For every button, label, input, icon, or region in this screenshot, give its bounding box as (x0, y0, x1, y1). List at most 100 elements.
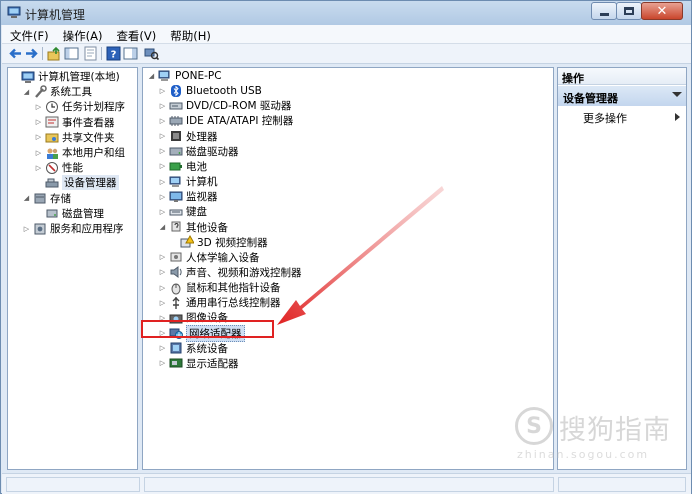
expand-arrow-icon[interactable]: ▷ (34, 163, 43, 172)
toolbar-separator (101, 47, 102, 60)
collapse-arrow-icon[interactable]: ◢ (22, 87, 31, 96)
console-tree-node[interactable]: ◢ 系统工具 (22, 84, 92, 99)
console-tree-node[interactable]: ▷ 服务和应用程序 (22, 221, 124, 236)
console-tree-pane[interactable]: 计算机管理(本地) ◢ 系统工具 ▷ 任务计划程序 ▷ 事件查看器 ▷ 共享文件夹 ▷ 本地用户和组… (7, 67, 138, 470)
scan-hardware-icon[interactable] (144, 46, 159, 61)
forward-arrow-icon[interactable] (24, 46, 39, 61)
device-tree-node[interactable]: ▷ 监视器 (158, 189, 218, 204)
properties-icon[interactable] (83, 46, 98, 61)
annotation-highlight-box (141, 320, 274, 338)
console-tree-label: 磁盘管理 (62, 207, 104, 220)
expand-arrow-icon[interactable]: ▷ (34, 118, 43, 127)
minimize-icon (599, 12, 609, 16)
console-tree-node[interactable]: 设备管理器 (34, 175, 119, 191)
sogou-watermark: S 搜狗指南 zhinan.sogou.com (515, 402, 685, 462)
console-tree-node[interactable]: ▷ 本地用户和组 (34, 145, 125, 160)
expand-arrow-icon[interactable]: ▷ (158, 207, 167, 216)
back-arrow-icon[interactable] (8, 46, 23, 61)
device-tree-node[interactable]: ◢ PONE-PC (147, 68, 222, 83)
device-tree-node[interactable]: ▷ DVD/CD-ROM 驱动器 (158, 98, 292, 113)
battery-icon (169, 162, 182, 171)
expand-arrow-icon[interactable]: ▷ (158, 298, 167, 307)
maximize-icon (624, 7, 634, 15)
expand-arrow-icon[interactable]: ▷ (34, 133, 43, 142)
device-tree-label: 计算机 (186, 176, 218, 189)
expand-arrow-icon[interactable]: ▷ (158, 162, 167, 171)
title-bar[interactable]: 计算机管理 ✕ (1, 1, 691, 25)
expand-arrow-icon[interactable]: ▷ (158, 132, 167, 141)
expand-arrow-icon[interactable]: ▷ (158, 253, 167, 262)
device-tree-node[interactable]: ▷ 鼠标和其他指针设备 (158, 280, 281, 295)
close-button[interactable]: ✕ (641, 2, 683, 20)
maximize-button[interactable] (616, 2, 642, 20)
device-tree-node[interactable]: 3D 视频控制器 (169, 235, 268, 250)
console-tree-node[interactable]: ▷ 事件查看器 (34, 115, 115, 130)
expand-arrow-icon[interactable]: ▷ (34, 102, 43, 111)
expand-arrow-icon[interactable]: ▷ (158, 101, 167, 110)
console-tree-node[interactable]: ◢ 存储 (22, 191, 71, 206)
device-tree-pane[interactable]: ◢ PONE-PC ▷ Bluetooth USB ▷ DVD/CD-ROM 驱动器 ▷ ID… (142, 67, 554, 470)
expand-arrow-icon[interactable]: ▷ (158, 86, 167, 95)
expand-arrow-icon[interactable]: ▷ (158, 116, 167, 125)
toolbar: ? (2, 44, 691, 64)
expand-arrow-icon[interactable]: ▷ (158, 283, 167, 292)
action-pane-icon[interactable] (123, 46, 138, 61)
device-tree-node[interactable]: ▷ 人体学输入设备 (158, 250, 260, 265)
show-hide-console-tree-icon[interactable] (64, 46, 79, 61)
computer-icon (169, 176, 181, 187)
expand-arrow-icon[interactable]: ▷ (158, 147, 167, 156)
console-tree-node[interactable]: ▷ 性能 (34, 160, 83, 175)
status-cell (6, 477, 140, 492)
actions-section-device-manager[interactable]: 设备管理器 (558, 86, 686, 106)
services-icon (34, 223, 46, 234)
device-tree-node[interactable]: ▷ IDE ATA/ATAPI 控制器 (158, 113, 293, 128)
console-tree-label: 性能 (62, 162, 83, 175)
device-tree-node[interactable]: ▷ 键盘 (158, 204, 207, 219)
menu-view[interactable]: 查看(V) (108, 25, 162, 43)
menu-action[interactable]: 操作(A) (55, 25, 109, 43)
device-tree-node[interactable]: ▷ 计算机 (158, 174, 218, 189)
window-controls: ✕ (591, 2, 683, 20)
menu-help[interactable]: 帮助(H) (162, 25, 217, 43)
computer-icon (158, 70, 170, 81)
collapse-arrow-icon[interactable]: ◢ (147, 71, 156, 80)
device-tree-node[interactable]: ▷ 电池 (158, 159, 207, 174)
device-tree-node[interactable]: ▷ 声音、视频和游戏控制器 (158, 265, 302, 280)
menu-file[interactable]: 文件(F) (2, 25, 55, 43)
expand-arrow-icon[interactable]: ▷ (158, 359, 167, 368)
console-tree-node[interactable]: 计算机管理(本地) (10, 69, 120, 84)
device-tree-node[interactable]: ▷ 处理器 (158, 129, 218, 144)
console-tree-node[interactable]: 磁盘管理 (34, 206, 104, 221)
device-tree-node[interactable]: ▷ Bluetooth USB (158, 83, 262, 98)
toolbar-separator (42, 47, 43, 60)
expand-arrow-icon[interactable]: ▷ (22, 224, 31, 233)
collapse-arrow-icon[interactable]: ◢ (22, 194, 31, 203)
expand-arrow-icon[interactable]: ▷ (158, 344, 167, 353)
expand-arrow-icon[interactable]: ▷ (158, 268, 167, 277)
processor-icon (171, 131, 181, 142)
up-level-icon[interactable] (47, 46, 62, 61)
dvd-drive-icon (169, 102, 183, 110)
collapse-arrow-icon[interactable]: ◢ (158, 223, 167, 232)
menu-bar: 文件(F) 操作(A) 查看(V) 帮助(H) (2, 25, 691, 44)
device-tree-node[interactable]: ▷ 系统设备 (158, 341, 228, 356)
expand-arrow-icon[interactable]: ▷ (158, 177, 167, 186)
minimize-button[interactable] (591, 2, 617, 20)
console-tree-label: 设备管理器 (62, 175, 119, 191)
expand-arrow-icon[interactable]: ▷ (34, 148, 43, 157)
more-actions-link[interactable]: 更多操作 (583, 110, 627, 126)
device-tree-node[interactable]: ▷ 通用串行总线控制器 (158, 295, 281, 310)
device-tree-label: 显示适配器 (186, 357, 239, 370)
console-tree-label: 计算机管理(本地) (38, 71, 120, 83)
device-tree-node[interactable]: ▷ 显示适配器 (158, 356, 239, 371)
status-cell (558, 477, 686, 492)
expand-arrow-icon[interactable]: ▷ (158, 192, 167, 201)
device-tree-node[interactable]: ▷ 磁盘驱动器 (158, 144, 239, 159)
device-tree-node[interactable]: ◢ 其他设备 (158, 220, 228, 235)
system-tools-icon (35, 84, 47, 98)
warning-device-icon (180, 235, 194, 248)
help-icon[interactable]: ? (106, 46, 121, 61)
console-tree-node[interactable]: ▷ 共享文件夹 (34, 130, 115, 145)
console-tree-node[interactable]: ▷ 任务计划程序 (34, 99, 125, 114)
